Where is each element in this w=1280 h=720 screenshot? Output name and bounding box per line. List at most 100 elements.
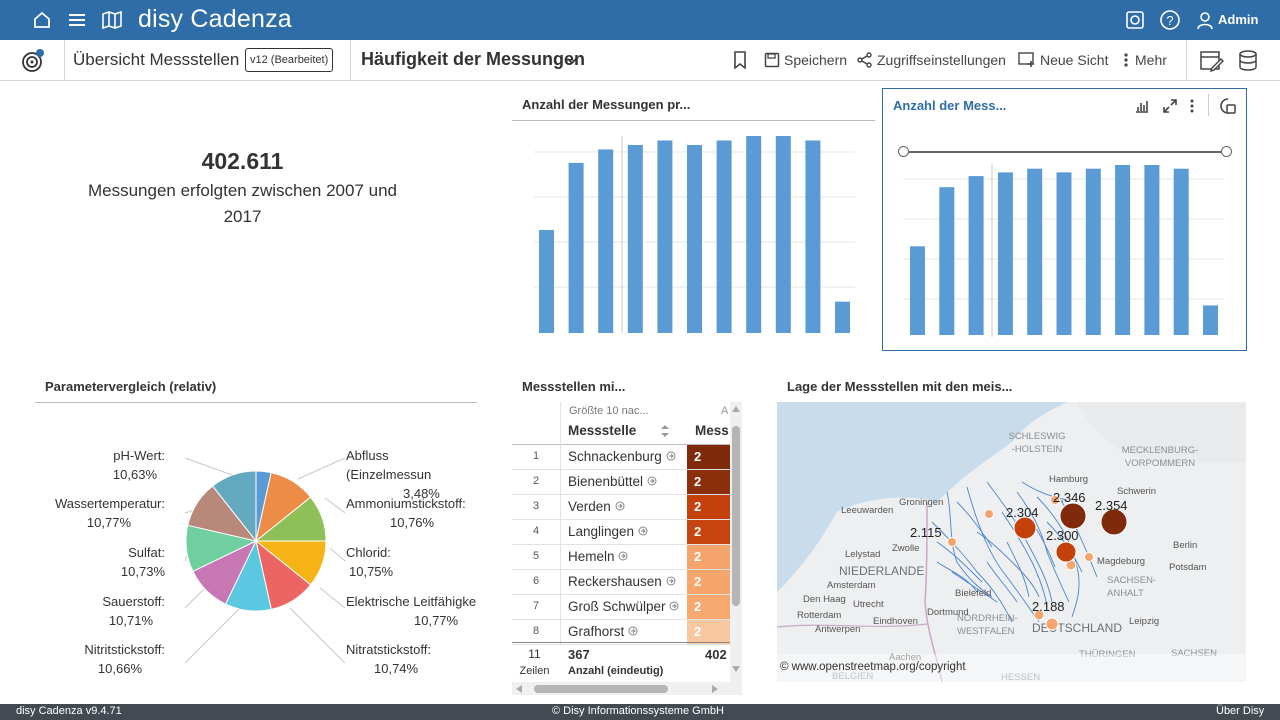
new-view-button[interactable]: Neue Sicht: [1018, 52, 1108, 68]
row-number: 8: [532, 625, 540, 637]
link-icon[interactable]: [618, 551, 628, 561]
bar[interactable]: [805, 140, 821, 333]
table-row[interactable]: 1 Schnackenburg 2: [512, 445, 730, 470]
more-vertical-icon[interactable]: [1188, 98, 1196, 119]
table-row[interactable]: 5 Hemeln 2: [512, 545, 730, 570]
bar[interactable]: [910, 246, 925, 335]
range-handle-left[interactable]: [898, 146, 909, 157]
station-name[interactable]: Hemeln: [568, 549, 628, 564]
map-view[interactable]: SCHLESWIG-HOLSTEIN MECKLENBURG-VORPOMMER…: [777, 402, 1246, 682]
measure-cell: 2: [687, 620, 730, 644]
bookmark-icon[interactable]: [732, 51, 748, 74]
table-row[interactable]: 7 Groß Schwülper 2: [512, 595, 730, 620]
bar[interactable]: [568, 162, 584, 333]
filter-icon[interactable]: [1219, 97, 1237, 120]
map-icon[interactable]: [100, 8, 124, 32]
column-header-measure[interactable]: Mess: [695, 423, 729, 438]
column-header-messstelle[interactable]: Messstelle: [568, 423, 636, 438]
help-icon[interactable]: ?: [1158, 8, 1182, 32]
table-row[interactable]: 4 Langlingen 2: [512, 520, 730, 545]
pie-label-ph: pH-Wert: 10,63%: [112, 448, 165, 482]
chevron-down-icon[interactable]: [566, 54, 578, 72]
view-title[interactable]: Häufigkeit der Messungen: [361, 49, 585, 70]
version-badge: v12 (Bearbeitet): [245, 48, 334, 72]
map-copyright[interactable]: © www.openstreetmap.org/copyright: [780, 661, 966, 673]
map-value-label: 2.346: [1053, 490, 1086, 505]
user-icon[interactable]: [1193, 8, 1217, 32]
station-name[interactable]: Schnackenburg: [568, 449, 676, 464]
bar[interactable]: [1173, 168, 1189, 335]
bar[interactable]: [1144, 165, 1160, 335]
table-row[interactable]: 6 Reckershausen 2: [512, 570, 730, 595]
bar[interactable]: [775, 136, 791, 333]
workspace-title[interactable]: Übersicht Messstellen: [73, 50, 239, 70]
bar[interactable]: [1056, 172, 1072, 335]
table-row[interactable]: 3 Verden 2: [512, 495, 730, 520]
horizontal-scrollbar[interactable]: [512, 682, 742, 695]
table-title: Messstellen mi...: [522, 379, 626, 394]
target-icon[interactable]: [20, 48, 46, 79]
station-name[interactable]: Reckershausen: [568, 574, 676, 589]
map-marker: [1045, 617, 1059, 631]
share-icon: [857, 52, 872, 68]
bar[interactable]: [687, 144, 702, 333]
bar-chart-right: [903, 164, 1225, 337]
link-icon[interactable]: [628, 626, 638, 636]
edit-icon[interactable]: [1200, 50, 1224, 77]
station-name[interactable]: Bienenbüttel: [568, 474, 657, 489]
home-icon[interactable]: [30, 8, 54, 32]
bar[interactable]: [1085, 168, 1101, 335]
bar[interactable]: [968, 176, 984, 335]
link-icon[interactable]: [647, 476, 657, 486]
measure-cell: 2: [687, 595, 730, 619]
row-number: 1: [532, 450, 540, 462]
bar[interactable]: [627, 144, 643, 333]
map-marker: [1084, 552, 1094, 562]
station-name[interactable]: Verden: [568, 499, 625, 514]
map-marker: [1059, 502, 1087, 530]
link-icon[interactable]: [669, 601, 679, 611]
link-icon[interactable]: [666, 451, 676, 461]
pie-label-ammonium: Ammoniumstickstoff: 10,76%: [346, 496, 466, 530]
bar-chart-right-title: Anzahl der Mess...: [893, 98, 1007, 113]
bar[interactable]: [1027, 168, 1043, 335]
bar[interactable]: [997, 172, 1013, 335]
map-marker: [1013, 516, 1037, 540]
more-vertical-icon: [1124, 53, 1128, 67]
pie-label-chlorid: Chlorid: 10,75%: [346, 545, 394, 579]
bar[interactable]: [939, 187, 955, 335]
save-button[interactable]: Speichern: [764, 52, 847, 68]
range-handle-right[interactable]: [1221, 146, 1232, 157]
user-name[interactable]: Admin: [1218, 12, 1258, 27]
sort-icon[interactable]: [660, 424, 670, 441]
bar[interactable]: [1115, 165, 1131, 335]
bar[interactable]: [1203, 305, 1218, 335]
bar[interactable]: [598, 149, 614, 333]
link-icon[interactable]: [666, 576, 676, 586]
bar[interactable]: [716, 140, 732, 333]
bar-chart-left-title: Anzahl der Messungen pr...: [522, 97, 691, 112]
station-name[interactable]: Groß Schwülper: [568, 599, 679, 614]
bar[interactable]: [657, 140, 673, 333]
footer-about[interactable]: Über Disy: [1216, 705, 1264, 717]
bar[interactable]: [539, 230, 554, 333]
bar-chart-right-tile[interactable]: Anzahl der Mess...: [882, 88, 1247, 351]
station-name[interactable]: Langlingen: [568, 524, 648, 539]
range-slider[interactable]: [903, 151, 1227, 153]
link-icon[interactable]: [638, 526, 648, 536]
more-button[interactable]: Mehr: [1121, 52, 1167, 68]
database-icon[interactable]: [1238, 50, 1258, 77]
bar[interactable]: [835, 301, 850, 333]
access-settings-button[interactable]: Zugriffseinstellungen: [857, 52, 1006, 68]
station-name[interactable]: Grafhorst: [568, 624, 638, 639]
link-icon[interactable]: [615, 501, 625, 511]
bar[interactable]: [746, 136, 762, 333]
row-number: 5: [532, 550, 540, 562]
expand-icon[interactable]: [1162, 98, 1178, 119]
settings-icon[interactable]: [1123, 8, 1147, 32]
footer-copyright[interactable]: © Disy Informationssysteme GmbH: [552, 705, 724, 717]
vertical-scrollbar[interactable]: [730, 402, 742, 682]
menu-icon[interactable]: [65, 8, 89, 32]
chart-type-icon[interactable]: [1135, 99, 1149, 118]
table-row[interactable]: 2 Bienenbüttel 2: [512, 470, 730, 495]
